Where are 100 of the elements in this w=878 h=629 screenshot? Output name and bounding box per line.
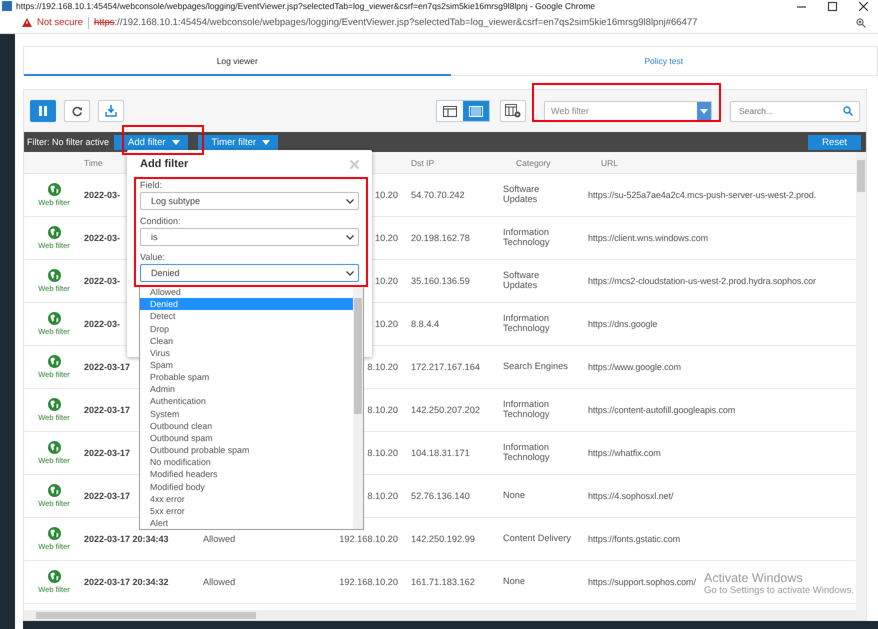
dropdown-option[interactable]: 5xx error <box>140 504 353 517</box>
zoom-icon[interactable] <box>856 18 866 28</box>
table-cell: 8.10.20 <box>367 362 398 372</box>
caret-icon <box>700 108 708 114</box>
dropdown-option[interactable]: Alert <box>140 516 353 530</box>
table-cell-text: Information Technology <box>503 400 550 420</box>
table-cell-text: Software Updates <box>503 185 540 205</box>
table-cell-text: Software Updates <box>503 271 540 291</box>
table-cell: 2022-03- <box>84 233 120 243</box>
security-label[interactable]: Not secure <box>37 17 83 28</box>
table-cell: 2022-03-17 20:34:32 <box>84 577 169 587</box>
column-header[interactable]: URL <box>588 158 618 168</box>
columns-view-icon <box>469 106 483 116</box>
scrollbar-thumb[interactable] <box>36 612 256 618</box>
refresh-button[interactable] <box>64 100 90 122</box>
table-cell-text: 20.198.162.78 <box>410 233 470 243</box>
table-cell: 192.168.10.20 <box>339 534 398 544</box>
table-cell: 10.20 <box>375 319 398 329</box>
window-title: https://192.168.10.1:45454/webconsole/webpages/logging/EventViewer.jsp?selectedTab=log_viewer&csrf=en7qs2sim5kie16mrsg9l8lpnj - Google Chrome <box>16 1 596 11</box>
dropdown-option[interactable]: Authentication <box>140 395 353 408</box>
search-icon <box>843 106 853 116</box>
chevron-icon <box>346 234 354 240</box>
column-header[interactable]: Time <box>84 158 103 168</box>
dropdown-option[interactable]: Outbound probable spam <box>140 444 353 456</box>
dropdown-option[interactable]: Admin <box>140 383 353 396</box>
table-cell-text: 52.76.136.140 <box>410 491 470 501</box>
dropdown-option[interactable]: Modified body <box>140 480 353 493</box>
table-cell: https://su-525a7ae4a2c4.mcs-push-server-us-west-2.prod. <box>588 190 816 200</box>
table-cell-text: Information Technology <box>503 228 550 248</box>
table-cell: 8.10.20 <box>367 448 398 458</box>
table-cell: 2022-03-17 <box>84 491 130 501</box>
globe-icon <box>48 226 60 239</box>
dropdown-option[interactable]: Detect <box>140 310 353 322</box>
pause-icon <box>38 106 48 116</box>
dialog-title: Add filter <box>140 158 188 170</box>
table-cell: 2022-03-17 20:34:43 <box>84 534 169 544</box>
table-cell-text: 54.70.70.242 <box>410 190 465 200</box>
export-button[interactable] <box>98 100 124 122</box>
table-cell: Allowed <box>203 534 236 544</box>
table-cell: 10.20 <box>375 190 398 200</box>
select-field[interactable]: Log subtype <box>140 192 359 210</box>
table-cell-text: 172.217.167.164 <box>410 362 480 372</box>
table-cell-text: 8.8.4.4 <box>410 319 440 329</box>
table-cell: https://whatfix.com <box>588 448 661 458</box>
table-cell: 2022-03-17 <box>84 405 130 415</box>
table-cell: 2022-03- <box>84 190 120 200</box>
dropdown-option[interactable]: Modified headers <box>140 468 353 480</box>
table-cell: https://support.sophos.com/ <box>588 577 696 587</box>
table-cell-text: Information Technology <box>503 443 550 463</box>
dropdown-option[interactable]: Probable spam <box>140 371 353 384</box>
column-settings-button[interactable] <box>500 100 526 122</box>
select-field[interactable]: is <box>140 228 359 246</box>
maximize-icon[interactable] <box>828 2 837 10</box>
globe-icon <box>48 441 60 454</box>
dropdown-option[interactable]: Spam <box>140 358 353 372</box>
table-cell-text: 35.160.136.59 <box>410 276 470 286</box>
table-cell: 192.168.10.20 <box>339 577 398 587</box>
select-field[interactable]: Denied <box>140 264 359 282</box>
activation-title: Activate Windows <box>704 571 804 585</box>
chevron-icon <box>346 198 354 204</box>
scrollbar-thumb[interactable] <box>857 160 865 192</box>
table-cell: 10.20 <box>375 276 398 286</box>
table-cell-text: Information Technology <box>503 314 550 334</box>
reset-button[interactable]: Reset <box>808 134 861 150</box>
dropdown-option[interactable]: Outbound clean <box>140 420 353 432</box>
globe-icon <box>48 269 60 282</box>
dropdown-option[interactable]: 4xx error <box>140 492 353 505</box>
column-header[interactable]: Category <box>503 158 550 168</box>
timer-filter-button[interactable]: Timer filter <box>198 134 278 150</box>
pause-button[interactable] <box>30 100 56 122</box>
column-gear-icon <box>505 104 521 118</box>
table-cell-text: 161.71.183.162 <box>410 577 475 587</box>
dropdown-option[interactable]: Outbound spam <box>140 432 353 444</box>
table-cell: https://www.google.com <box>588 362 681 372</box>
add-filter-button[interactable]: Add filter <box>114 134 188 150</box>
url-text[interactable]: https://192.168.10.1:45454/webconsole/webpages/logging/EventViewer.jsp?selectedTab=log_viewer&csrf=en7qs2sim5kie16mrsg9l8lpnj#66477 <box>94 17 851 28</box>
globe-icon <box>48 183 60 196</box>
view-toggle[interactable] <box>463 101 489 121</box>
filter-status: Filter: No filter active <box>27 137 110 147</box>
table-cell-text: 142.250.207.202 <box>410 405 480 415</box>
search-field[interactable]: Search... <box>730 100 860 122</box>
table-cell-text: Content Delivery <box>503 534 572 544</box>
table-cell: 10.20 <box>375 233 398 243</box>
table-cell: https://4.sophosxl.net/ <box>588 491 674 501</box>
field-label: Value: <box>140 252 166 262</box>
module-select[interactable]: Web filter <box>544 100 712 122</box>
column-header[interactable]: Dst IP <box>398 158 434 168</box>
dropdown-option[interactable]: Virus <box>140 346 353 359</box>
app-icon <box>2 1 12 11</box>
table-cell: 8.10.20 <box>367 405 398 415</box>
dropdown-option[interactable]: System <box>140 408 353 420</box>
dropdown-option[interactable]: Clean <box>140 334 353 347</box>
table-cell: https://dns.google <box>588 319 658 329</box>
dropdown-option[interactable]: Allowed <box>140 286 353 298</box>
scrollbar-thumb[interactable] <box>354 298 362 414</box>
close-icon[interactable] <box>859 2 868 10</box>
dropdown-option[interactable]: No modification <box>140 456 353 468</box>
view-toggle[interactable] <box>437 101 463 121</box>
globe-icon <box>48 312 60 325</box>
dropdown-option[interactable]: Drop <box>140 322 353 335</box>
